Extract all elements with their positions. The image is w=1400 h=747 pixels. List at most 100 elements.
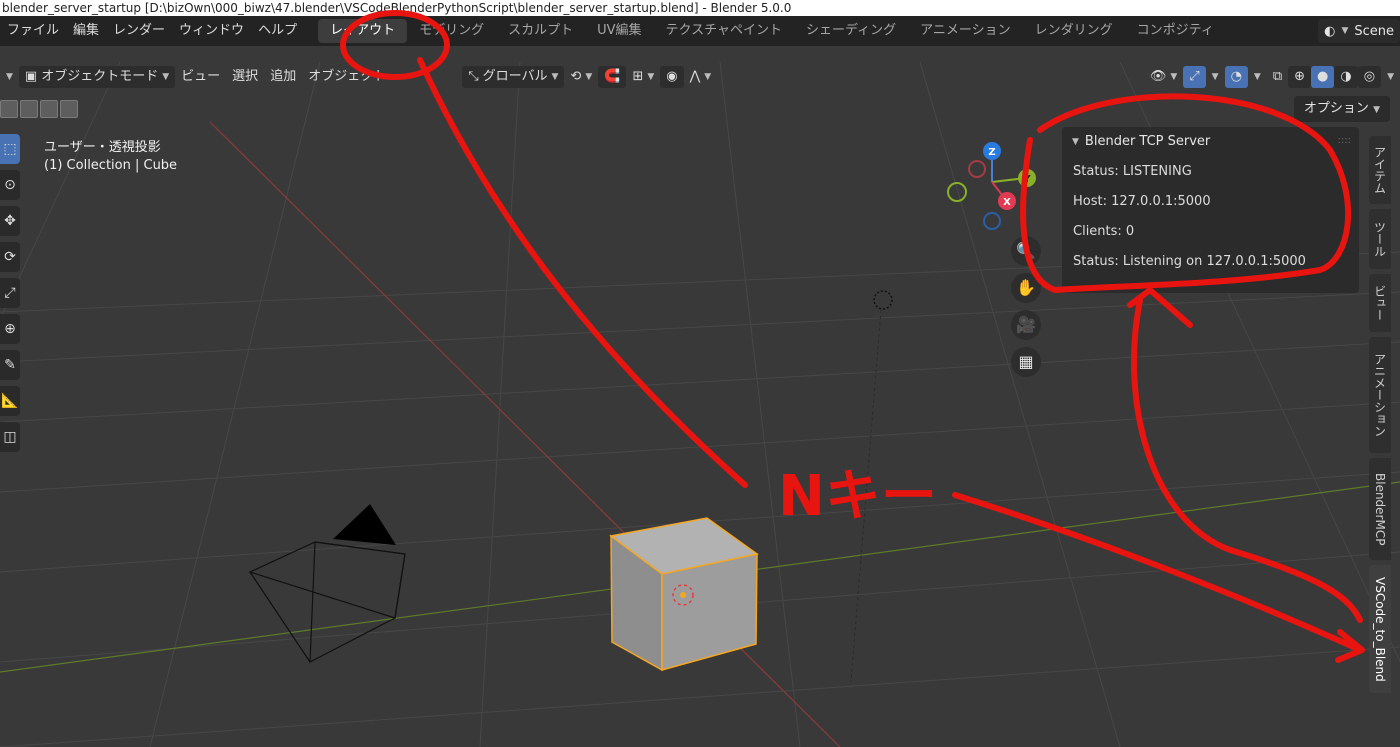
pivot-point-icon[interactable]: ⟲ ▼ [564, 66, 598, 88]
workspace-tab-texture-paint[interactable]: テクスチャペイント [654, 19, 794, 43]
selection-mode-buttons [0, 96, 78, 122]
rotate-tool-icon[interactable]: ⟳ [0, 242, 20, 272]
move-tool-icon[interactable]: ✥ [0, 206, 20, 236]
workspace-tab-modeling[interactable]: モデリング [407, 19, 496, 43]
measure-tool-icon[interactable]: 📐 [0, 386, 20, 416]
zoom-icon[interactable]: 🔍 [1011, 236, 1041, 266]
camera-up-triangle [333, 504, 396, 545]
sidebar-tab-label: VSCode_to_Blend [1373, 576, 1387, 682]
sidebar-tab-label: ビュー [1372, 285, 1387, 321]
top-menubar: ファイル 編集 レンダー ウィンドウ ヘルプ レイアウト モデリング スカルプト… [0, 16, 1400, 46]
cursor-tool-icon[interactable]: ⊙ [0, 170, 20, 200]
select-new-icon[interactable] [0, 100, 18, 118]
sidebar-tab-vscode-to-blend[interactable]: VSCode_to_Blend [1369, 565, 1391, 693]
chevron-down-icon: ▼ [1373, 105, 1380, 115]
sidebar-tab-blendermcp[interactable]: BlenderMCP [1369, 458, 1391, 560]
gizmo-toggle-icon[interactable]: ⤢ [1183, 66, 1206, 88]
workspace-tab-uv[interactable]: UV編集 [585, 19, 653, 43]
xray-toggle-icon[interactable]: ⧉ [1267, 66, 1288, 88]
window-title: blender_server_startup [D:\bizOwn\000_bi… [0, 0, 1400, 16]
editor-type-chevron-icon[interactable]: ▼ [0, 66, 19, 88]
drag-handle-icon[interactable]: :::: [1338, 135, 1351, 146]
transform-tool-icon[interactable]: ⊕ [0, 314, 20, 344]
select-extend-icon[interactable] [20, 100, 38, 118]
collection-info-label: (1) Collection | Cube [44, 158, 178, 173]
viewport-header: ▼ ▣ オブジェクトモード ▼ ビュー 選択 追加 オブジェクト ⤡ グローバル… [0, 62, 1400, 92]
menu-render[interactable]: レンダー [106, 16, 172, 46]
server-host: Host: 127.0.0.1:5000 [1073, 194, 1211, 209]
snap-toggle-icon[interactable]: 🧲 [598, 66, 627, 88]
light-object[interactable] [873, 290, 893, 310]
workspace-tab-animation[interactable]: アニメーション [908, 19, 1022, 43]
server-status: Status: LISTENING [1073, 164, 1192, 179]
shading-rendered-icon[interactable]: ◎ [1357, 66, 1382, 88]
sidebar-tab-label: アイテム [1372, 146, 1387, 194]
menu-help[interactable]: ヘルプ [251, 16, 304, 46]
mode-label: オブジェクトモード [41, 69, 159, 84]
sidebar-tab-item[interactable]: アイテム [1369, 136, 1391, 204]
select-box-tool-icon[interactable]: ⬚ [0, 134, 20, 164]
sidebar-tab-animation[interactable]: アニメーション [1369, 337, 1391, 453]
workspace-tab-shading[interactable]: シェーディング [794, 19, 908, 43]
scene-icon: ◐ [1324, 23, 1336, 39]
select-intersect-icon[interactable] [60, 100, 78, 118]
falloff-icon[interactable]: ⋀ ▼ [684, 66, 718, 88]
scene-label: Scene [1354, 23, 1394, 39]
transform-label: グローバル [482, 69, 548, 84]
panel-header[interactable]: ▼ Blender TCP Server [1062, 127, 1359, 157]
menu-select[interactable]: 選択 [226, 66, 264, 88]
chevron-down-icon: ▼ [1072, 137, 1079, 147]
chevron-down-icon: ▼ [162, 72, 170, 82]
navigation-gizmo[interactable]: Z Y X [947, 142, 1036, 230]
overlay-toggle-icon[interactable]: ◔ [1224, 66, 1248, 88]
overlay-dropdown-chevron-icon[interactable]: ▼ [1248, 66, 1267, 88]
server-status-detail: Status: Listening on 127.0.0.1:5000 [1073, 254, 1306, 269]
menu-window[interactable]: ウィンドウ [172, 16, 251, 46]
visibility-eye-icon[interactable]: 👁 ▼ [1144, 66, 1183, 88]
shading-solid-icon[interactable]: ● [1311, 66, 1335, 88]
gizmo-x-label: X [1003, 197, 1011, 208]
server-clients: Clients: 0 [1073, 224, 1135, 239]
camera-object[interactable] [248, 541, 406, 664]
pan-hand-icon[interactable]: ✋ [1011, 273, 1041, 303]
mode-selector[interactable]: ▣ オブジェクトモード ▼ [18, 66, 176, 88]
blender-window: blender_server_startup [D:\bizOwn\000_bi… [0, 0, 1400, 747]
sidebar-tab-view[interactable]: ビュー [1369, 274, 1391, 332]
gizmo-z-label: Z [988, 147, 995, 158]
shading-material-icon[interactable]: ◑ [1334, 66, 1358, 88]
view-name-label: ユーザー・透視投影 [44, 140, 161, 155]
transform-orientation-selector[interactable]: ⤡ グローバル ▼ [462, 66, 565, 88]
scene-selector[interactable]: ◐ ▼ Scene [1318, 19, 1400, 43]
tcp-server-panel: ▼ Blender TCP Server :::: Status: LISTEN… [1062, 127, 1359, 293]
workspace-tab-sculpt[interactable]: スカルプト [496, 19, 585, 43]
orientation-icon: ⤡ [468, 69, 479, 84]
sidebar-tab-label: アニメーション [1372, 353, 1387, 437]
menu-object[interactable]: オブジェクト [302, 66, 392, 88]
add-cube-tool-icon[interactable]: ◫ [0, 422, 20, 452]
left-toolbar: ⬚ ⊙ ✥ ⟳ ⤢ ⊕ ✎ 📐 ◫ [0, 134, 22, 458]
scale-tool-icon[interactable]: ⤢ [0, 278, 20, 308]
menu-file[interactable]: ファイル [0, 16, 66, 46]
menu-add[interactable]: 追加 [264, 66, 302, 88]
menu-view[interactable]: ビュー [175, 66, 226, 88]
select-subtract-icon[interactable] [40, 100, 58, 118]
options-dropdown[interactable]: オプション ▼ [1293, 96, 1390, 122]
sidebar-tab-label: ツール [1372, 221, 1387, 257]
sidebar-tab-label: BlenderMCP [1373, 472, 1387, 546]
shading-wireframe-icon[interactable]: ⊕ [1288, 66, 1312, 88]
chevron-down-icon: ▼ [551, 72, 559, 82]
gizmo-dropdown-chevron-icon[interactable]: ▼ [1206, 66, 1225, 88]
shading-dropdown-chevron-icon[interactable]: ▼ [1381, 66, 1400, 88]
annotate-tool-icon[interactable]: ✎ [0, 350, 20, 380]
workspace-tab-rendering[interactable]: レンダリング [1023, 19, 1125, 43]
sidebar-tab-tool[interactable]: ツール [1369, 209, 1391, 269]
proportional-edit-icon[interactable]: ◉ [660, 66, 684, 88]
workspace-tab-layout[interactable]: レイアウト [318, 19, 408, 43]
camera-view-icon[interactable]: 🎥 [1011, 310, 1041, 340]
options-label: オプション [1303, 101, 1369, 116]
panel-title: Blender TCP Server [1084, 134, 1211, 149]
snap-target-icon[interactable]: ⊞ ▼ [626, 66, 660, 88]
menu-edit[interactable]: 編集 [66, 16, 106, 46]
perspective-grid-icon[interactable]: ▦ [1011, 347, 1041, 377]
workspace-tab-compositing[interactable]: コンポジティ [1125, 19, 1226, 43]
